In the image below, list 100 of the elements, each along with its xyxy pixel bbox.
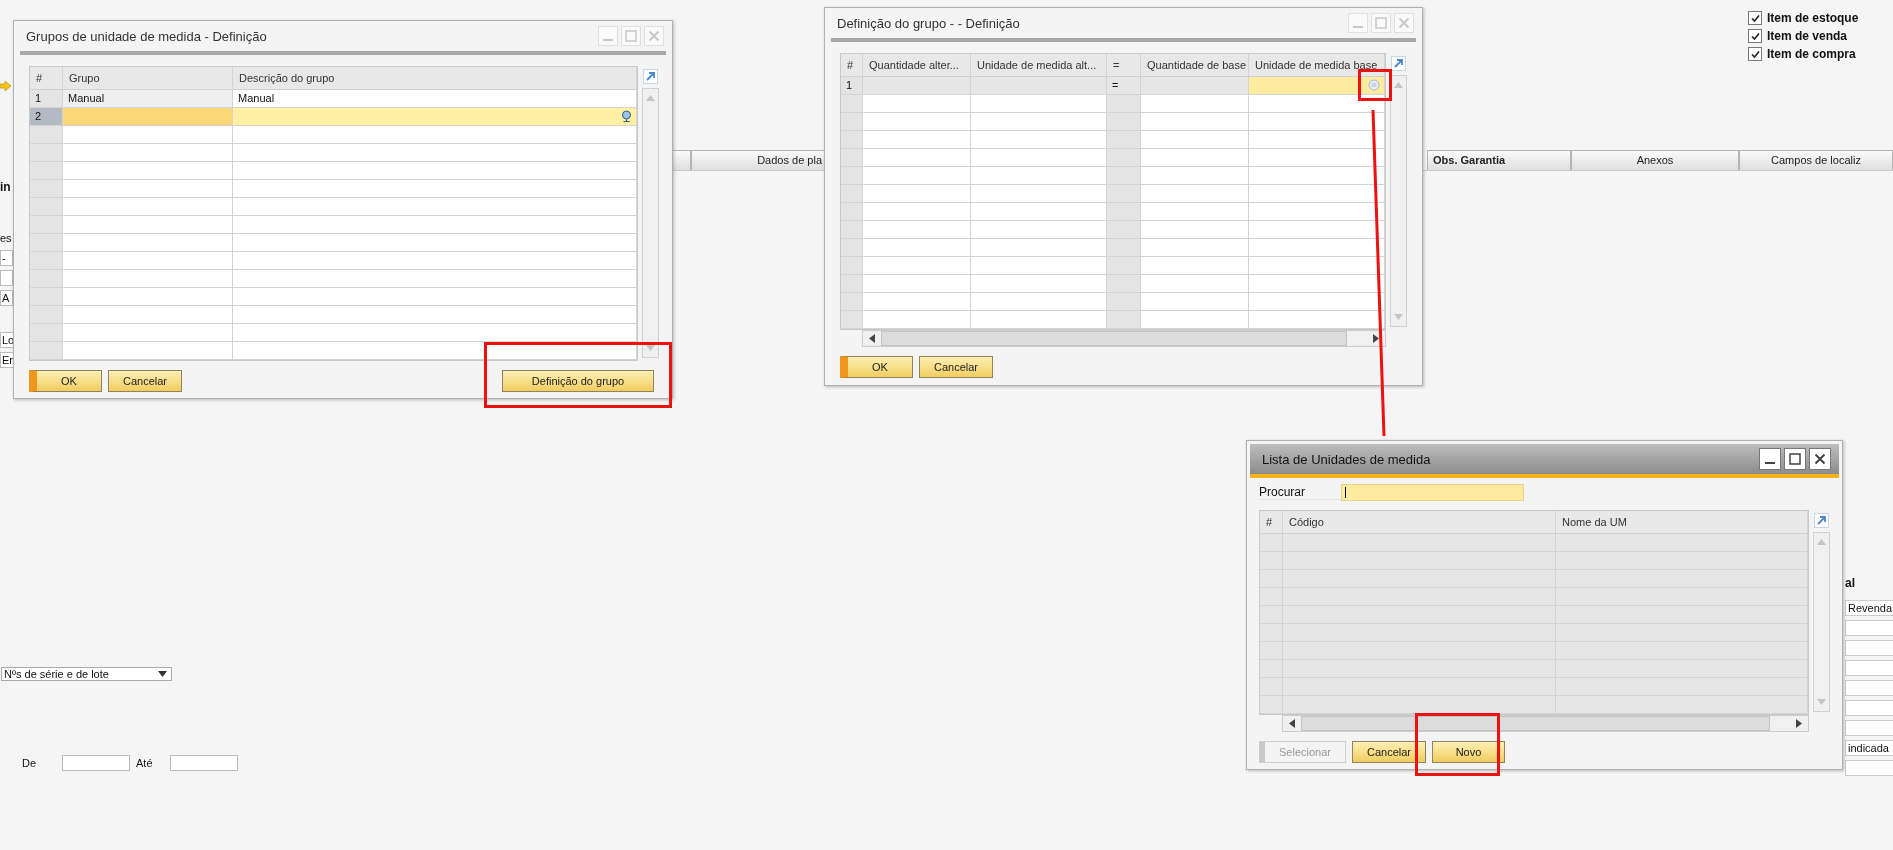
- scroll-down-icon[interactable]: [1393, 314, 1403, 320]
- dialog-button[interactable]: Definição do grupo: [502, 370, 654, 392]
- scroll-left-icon[interactable]: [1289, 719, 1295, 728]
- input-field[interactable]: [62, 755, 130, 771]
- table-cell: [1107, 203, 1141, 221]
- checkbox[interactable]: [1748, 47, 1762, 61]
- maximize-icon: [1375, 17, 1387, 29]
- window-title: Definição do grupo - - Definição: [837, 15, 1020, 31]
- expand-icon[interactable]: [1813, 513, 1829, 528]
- checkbox-label: Item de compra: [1767, 47, 1856, 61]
- dialog-button[interactable]: Cancelar: [1352, 741, 1426, 763]
- close-icon: [1814, 453, 1826, 465]
- column-header[interactable]: Nome da UM: [1556, 511, 1808, 533]
- input-field[interactable]: [1845, 660, 1893, 676]
- search-field[interactable]: [1341, 484, 1524, 501]
- column-header[interactable]: #: [841, 54, 863, 76]
- form-label: al: [1845, 576, 1856, 592]
- table-cell: [1107, 95, 1141, 113]
- checkbox-label: Item de venda: [1767, 29, 1848, 43]
- caret-icon: [158, 671, 167, 677]
- minimize-button[interactable]: [1759, 448, 1781, 470]
- table-cell: [1107, 131, 1141, 149]
- maximize-button[interactable]: [1784, 448, 1806, 470]
- close-icon: [648, 30, 660, 42]
- dialog-button[interactable]: OK: [840, 356, 913, 378]
- scroll-up-icon[interactable]: [645, 95, 655, 101]
- input-field[interactable]: [1845, 700, 1893, 716]
- scroll-up-icon[interactable]: [1393, 82, 1403, 88]
- scrollbar[interactable]: [1282, 715, 1809, 732]
- checkbox[interactable]: [1748, 11, 1762, 25]
- input-field[interactable]: Revenda: [1845, 600, 1893, 616]
- tab[interactable]: Obs. Garantia: [1427, 150, 1571, 170]
- input-field[interactable]: [1845, 720, 1893, 736]
- tab[interactable]: Campos de localiz: [1739, 150, 1893, 170]
- scrollbar-thumb[interactable]: [881, 331, 1347, 346]
- form-label: De: [22, 757, 38, 769]
- expand-icon[interactable]: [1390, 56, 1406, 71]
- table-cell: [1107, 239, 1141, 257]
- input-field[interactable]: [0, 270, 13, 286]
- scroll-right-icon[interactable]: [1373, 334, 1379, 343]
- form-label: Até: [136, 757, 154, 769]
- checkbox[interactable]: [1748, 29, 1762, 43]
- scrollbar[interactable]: [1389, 75, 1407, 327]
- dialog-button[interactable]: Cancelar: [108, 370, 183, 392]
- table-cell: Manual: [63, 90, 233, 108]
- window-title: Grupos de unidade de medida - Definição: [26, 28, 267, 44]
- row-number: 2: [30, 108, 63, 126]
- input-field[interactable]: indicada: [1845, 740, 1893, 756]
- column-header[interactable]: Quantidade de base: [1141, 54, 1249, 76]
- input-field[interactable]: [170, 755, 238, 771]
- scroll-right-icon[interactable]: [1796, 719, 1802, 728]
- scrollbar[interactable]: [1812, 532, 1830, 712]
- scroll-down-icon[interactable]: [1816, 699, 1826, 705]
- table-cell: [1107, 257, 1141, 275]
- table-cell: [1107, 275, 1141, 293]
- column-header[interactable]: Unidade de medida base: [1249, 54, 1385, 76]
- column-header[interactable]: Grupo: [63, 67, 233, 89]
- tab[interactable]: Dados de pla: [691, 150, 825, 170]
- table-cell: [1107, 221, 1141, 239]
- dialog-button[interactable]: OK: [29, 370, 102, 392]
- maximize-icon: [625, 30, 637, 42]
- input-field[interactable]: [1845, 680, 1893, 696]
- scrollbar[interactable]: [862, 330, 1386, 347]
- column-header[interactable]: #: [1260, 511, 1283, 533]
- row-number: 1: [841, 77, 863, 95]
- input-field[interactable]: [1249, 77, 1385, 95]
- dropdown[interactable]: Nºs de série e de lote: [1, 667, 172, 681]
- lookup-icon[interactable]: [620, 110, 632, 122]
- window-title: Lista de Unidades de medida: [1262, 451, 1431, 467]
- input-field[interactable]: [233, 108, 637, 126]
- close-button[interactable]: [1809, 448, 1831, 470]
- minimize-icon: [1765, 462, 1775, 464]
- table-cell: [1107, 149, 1141, 167]
- form-label: in: [0, 180, 11, 196]
- input-field[interactable]: [1845, 620, 1893, 636]
- row-number: 1: [30, 90, 63, 108]
- form-label: es: [0, 232, 12, 246]
- dialog-button[interactable]: Cancelar: [919, 356, 994, 378]
- column-header[interactable]: Unidade de medida alt...: [971, 54, 1107, 76]
- input-field[interactable]: -: [0, 250, 13, 266]
- scroll-up-icon[interactable]: [1816, 539, 1826, 545]
- minimize-icon: [1353, 26, 1363, 28]
- input-field[interactable]: [1845, 760, 1893, 776]
- input-field[interactable]: [63, 108, 233, 126]
- scroll-down-icon[interactable]: [645, 345, 655, 351]
- column-header[interactable]: =: [1107, 54, 1141, 76]
- table-cell: [1107, 113, 1141, 131]
- column-header[interactable]: Descrição do grupo: [233, 67, 637, 89]
- column-header[interactable]: Quantidade alter...: [863, 54, 971, 76]
- column-header[interactable]: Código: [1283, 511, 1556, 533]
- scroll-left-icon[interactable]: [869, 334, 875, 343]
- input-field[interactable]: [1845, 640, 1893, 656]
- input-field[interactable]: A: [0, 290, 13, 306]
- scrollbar-thumb[interactable]: [1301, 716, 1770, 731]
- column-header[interactable]: #: [30, 67, 63, 89]
- expand-icon[interactable]: [642, 69, 658, 84]
- dialog-button[interactable]: Novo: [1432, 741, 1505, 763]
- tab[interactable]: Anexos: [1571, 150, 1739, 170]
- scrollbar[interactable]: [641, 88, 659, 358]
- table-cell: Manual: [233, 90, 637, 108]
